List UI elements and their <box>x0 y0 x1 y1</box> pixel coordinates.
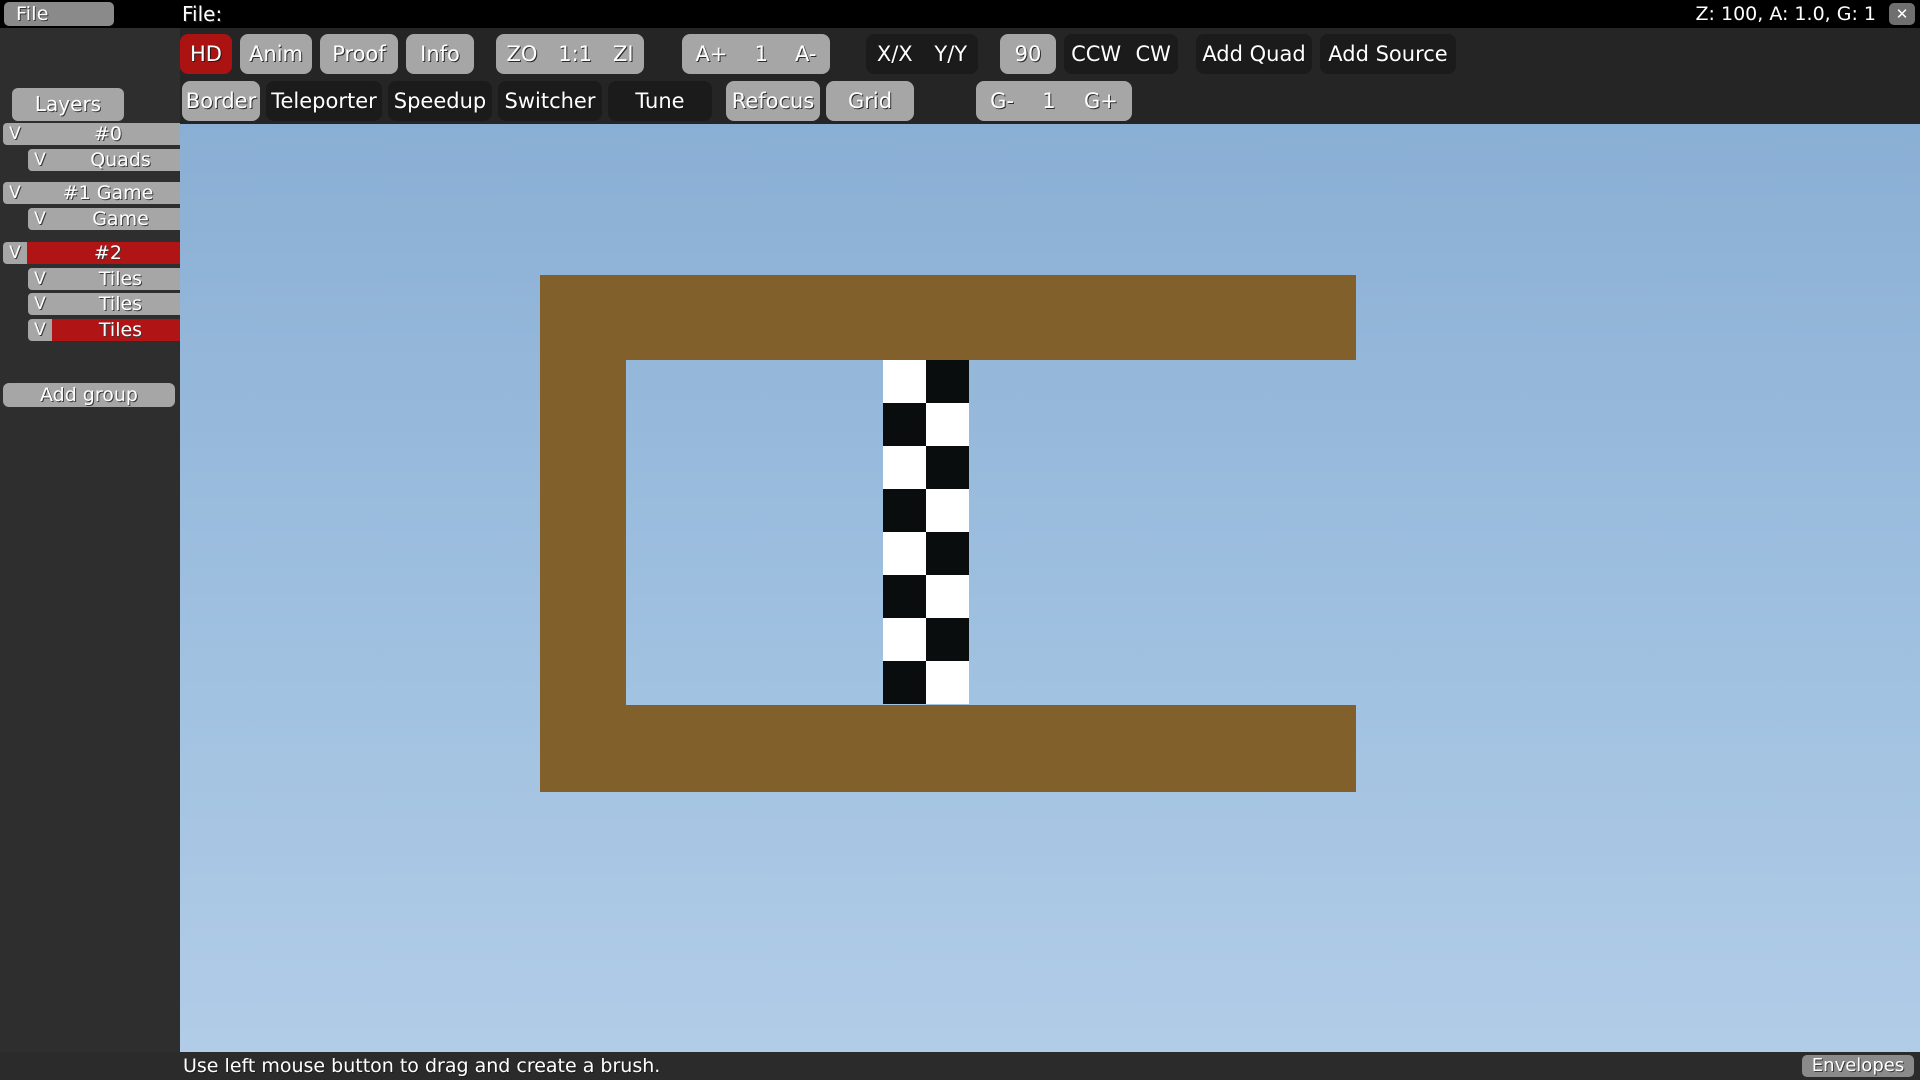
checker-tile <box>926 661 969 704</box>
toolbar-group-90: 90 <box>1000 34 1056 74</box>
toolbar-button-cw[interactable]: CW <box>1128 44 1178 65</box>
toolbar-group-ccw-cw: CCWCW <box>1064 34 1178 74</box>
layer-visibility-toggle[interactable]: V <box>3 123 27 145</box>
toolbar-button-proof[interactable]: Proof <box>320 34 398 74</box>
current-file-label: File: <box>182 1 222 27</box>
layer-visibility-toggle[interactable]: V <box>3 182 27 204</box>
toolbar-row-primary: HDAnimProofInfo Add QuadAdd Source ZO1:1ZI… <box>180 34 1920 76</box>
layer-name-tiles[interactable]: Tiles <box>52 319 189 341</box>
checker-tile <box>883 532 926 575</box>
file-menu-button[interactable]: File <box>4 2 114 26</box>
toolbar-button-ccw[interactable]: CCW <box>1064 44 1128 65</box>
checker-tile <box>926 575 969 618</box>
toolbar-button-a[interactable]: A+ <box>682 44 741 65</box>
checker-tile <box>926 532 969 575</box>
toolbar-group-x-x-y-y: X/XY/Y <box>866 34 978 74</box>
toolbar-area: HDAnimProofInfo Add QuadAdd Source ZO1:1ZI… <box>180 28 1920 124</box>
toolbar-button-1-1[interactable]: 1:1 <box>548 44 603 65</box>
layer-visibility-toggle[interactable]: V <box>28 149 52 171</box>
toolbar-button-g[interactable]: G+ <box>1070 91 1132 112</box>
checker-tile <box>883 446 926 489</box>
layer-visibility-toggle[interactable]: V <box>28 319 52 341</box>
toolbar-button-refocus[interactable]: Refocus <box>726 81 820 121</box>
layer-visibility-toggle[interactable]: V <box>28 208 52 230</box>
menu-bar: File File: Z: 100, A: 1.0, G: 1 ✕ <box>0 0 1920 28</box>
map-checker-column[interactable] <box>883 360 969 704</box>
toolbar-button-switcher[interactable]: Switcher <box>498 81 602 121</box>
checker-tile <box>926 403 969 446</box>
toolbar-button-info[interactable]: Info <box>406 34 474 74</box>
map-quad-dirt-bottom-bar[interactable] <box>540 705 1356 792</box>
toolbar-row-secondary: BorderTeleporterSpeedupSwitcherTune Refoc… <box>180 81 1920 123</box>
layer-visibility-toggle[interactable]: V <box>28 268 52 290</box>
toolbar-button-g[interactable]: G- <box>976 91 1028 112</box>
toolbar-button-add-source[interactable]: Add Source <box>1320 34 1456 74</box>
checker-tile <box>883 360 926 403</box>
checker-tile <box>883 489 926 532</box>
status-hint-text: Use left mouse button to drag and create… <box>183 1053 660 1079</box>
toolbar-button-zi[interactable]: ZI <box>603 44 644 65</box>
toolbar-group-a-1-a: A+1A- <box>682 34 830 74</box>
toolbar-button-hd[interactable]: HD <box>180 34 232 74</box>
toolbar-button-1[interactable]: 1 <box>741 44 781 65</box>
add-group-button[interactable]: Add group <box>3 383 175 407</box>
editor-window: File File: Z: 100, A: 1.0, G: 1 ✕ Layers… <box>0 0 1920 1080</box>
layer-visibility-toggle[interactable]: V <box>3 242 27 264</box>
close-icon[interactable]: ✕ <box>1889 3 1915 25</box>
toolbar-button-x-x[interactable]: X/X <box>866 44 924 65</box>
layer-name-tiles[interactable]: Tiles <box>52 268 189 290</box>
toolbar-button-speedup[interactable]: Speedup <box>388 81 492 121</box>
toolbar-button-grid[interactable]: Grid <box>826 81 914 121</box>
envelopes-button[interactable]: Envelopes <box>1802 1055 1914 1077</box>
layer-name-game[interactable]: Game <box>52 208 189 230</box>
toolbar-button-border[interactable]: Border <box>182 81 260 121</box>
layer-name-0[interactable]: #0 <box>27 123 189 145</box>
checker-tile <box>883 661 926 704</box>
map-quad-dirt-top-bar[interactable] <box>540 275 1356 360</box>
checker-tile <box>926 446 969 489</box>
layer-name-tiles[interactable]: Tiles <box>52 293 189 315</box>
checker-tile <box>883 618 926 661</box>
toolbar-button-a[interactable]: A- <box>781 44 830 65</box>
toolbar-button-zo[interactable]: ZO <box>496 44 548 65</box>
layer-name-quads[interactable]: Quads <box>52 149 189 171</box>
toolbar-group-g-1-g: G-1G+ <box>976 81 1132 121</box>
checker-tile <box>883 575 926 618</box>
checker-tile <box>926 618 969 661</box>
toolbar-group-zo-1-1-zi: ZO1:1ZI <box>496 34 644 74</box>
checker-tile <box>926 489 969 532</box>
toolbar-button-anim[interactable]: Anim <box>240 34 312 74</box>
layers-panel: Layers V#0SVQuadsSV#1 GameSVGameSV#2SVTi… <box>0 28 180 1052</box>
checker-tile <box>883 403 926 446</box>
toolbar-button-90[interactable]: 90 <box>1000 44 1056 65</box>
toolbar-button-teleporter[interactable]: Teleporter <box>266 81 382 121</box>
toolbar-button-tune[interactable]: Tune <box>608 81 712 121</box>
checker-tile <box>926 360 969 403</box>
toolbar-button-add-quad[interactable]: Add Quad <box>1196 34 1312 74</box>
toolbar-button-1[interactable]: 1 <box>1028 91 1070 112</box>
layer-visibility-toggle[interactable]: V <box>28 293 52 315</box>
status-bar: Use left mouse button to drag and create… <box>0 1052 1920 1080</box>
layer-name-2[interactable]: #2 <box>27 242 189 264</box>
layers-panel-title[interactable]: Layers <box>12 88 124 121</box>
zoom-angle-grid-status: Z: 100, A: 1.0, G: 1 <box>1696 1 1876 27</box>
toolbar-button-y-y[interactable]: Y/Y <box>924 44 978 65</box>
map-canvas[interactable] <box>180 124 1920 1052</box>
layer-name-1-game[interactable]: #1 Game <box>27 182 189 204</box>
